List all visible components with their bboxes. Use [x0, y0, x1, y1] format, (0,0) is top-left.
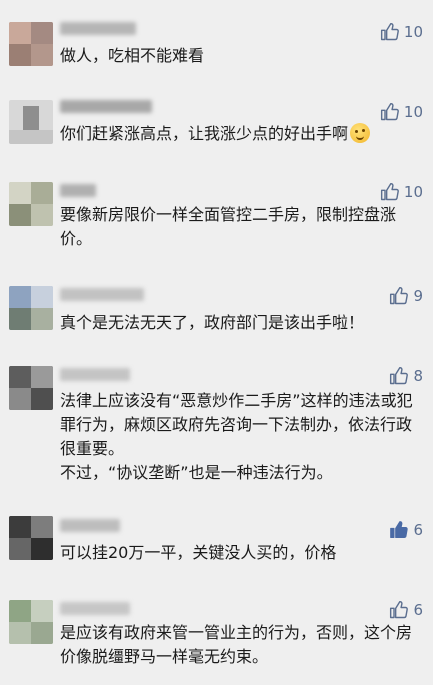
avatar[interactable] — [9, 182, 53, 226]
avatar[interactable] — [9, 600, 53, 644]
like-button[interactable]: 10 — [380, 102, 423, 122]
avatar[interactable] — [9, 22, 53, 66]
blurred-username — [60, 100, 160, 114]
like-button[interactable]: 10 — [380, 182, 423, 202]
like-count: 9 — [413, 287, 423, 305]
like-count: 6 — [413, 601, 423, 619]
comment-body: 你们赶紧涨高点，让我涨少点的好出手啊 — [60, 124, 349, 143]
comment-item: 6 可以挂20万一平，关键没人买的，价格 — [0, 504, 433, 594]
comment-body: 是应该有政府来管一管业主的行为，否则，这个房价像脱缰野马一样毫无约束。 — [60, 623, 413, 666]
thinking-face-icon — [350, 123, 371, 143]
blurred-username — [60, 184, 120, 198]
thumbs-up-icon — [380, 102, 399, 121]
thumbs-up-icon — [390, 286, 409, 305]
blurred-username — [60, 22, 140, 36]
thumbs-up-icon — [380, 22, 399, 41]
avatar[interactable] — [9, 366, 53, 410]
comment-item: 10 要像新房限价一样全面管控二手房，限制控盘涨价。 — [0, 172, 433, 274]
comment-text: 可以挂20万一平，关键没人买的，价格 — [60, 541, 417, 565]
comment-item: 10 做人，吃相不能难看 — [0, 0, 433, 92]
blurred-username — [60, 602, 150, 616]
comment-text: 真个是无法无天了，政府部门是该出手啦！ — [60, 311, 417, 335]
comment-text: 你们赶紧涨高点，让我涨少点的好出手啊 — [60, 122, 417, 146]
like-count: 10 — [403, 103, 423, 121]
like-count: 8 — [413, 367, 423, 385]
like-button-active[interactable]: 6 — [389, 520, 423, 540]
comment-item: 10 你们赶紧涨高点，让我涨少点的好出手啊 — [0, 92, 433, 172]
like-button[interactable]: 10 — [380, 22, 423, 42]
comment-body: 可以挂20万一平，关键没人买的，价格 — [60, 543, 337, 562]
thumbs-up-icon — [390, 366, 409, 385]
comment-text: 做人，吃相不能难看 — [60, 44, 417, 68]
comment-text: 要像新房限价一样全面管控二手房，限制控盘涨价。 — [60, 203, 417, 251]
comment-body: 真个是无法无天了，政府部门是该出手啦！ — [60, 313, 365, 332]
comment-body: 做人，吃相不能难看 — [60, 46, 205, 65]
like-button[interactable]: 8 — [389, 366, 423, 386]
comment-feed: 10 做人，吃相不能难看 10 你们赶紧涨高点，让我涨少点的好出手啊 10 要像… — [0, 0, 433, 685]
comment-text: 法律上应该没有“恶意炒作二手房”这样的违法或犯罪行为，麻烦区政府先咨询一下法制办… — [60, 389, 417, 485]
like-button[interactable]: 6 — [389, 600, 423, 620]
comment-text: 是应该有政府来管一管业主的行为，否则，这个房价像脱缰野马一样毫无约束。 — [60, 621, 417, 669]
avatar[interactable] — [9, 286, 53, 330]
like-button[interactable]: 9 — [389, 286, 423, 306]
blurred-username — [60, 368, 150, 382]
comment-item: 9 真个是无法无天了，政府部门是该出手啦！ — [0, 274, 433, 354]
comment-body-line2: 不过，“协议垄断”也是一种违法行为。 — [60, 463, 333, 482]
like-count: 6 — [413, 521, 423, 539]
comment-body: 法律上应该没有“恶意炒作二手房”这样的违法或犯罪行为，麻烦区政府先咨询一下法制办… — [60, 391, 413, 458]
comment-body: 要像新房限价一样全面管控二手房，限制控盘涨价。 — [60, 205, 397, 248]
comment-item: 6 是应该有政府来管一管业主的行为，否则，这个房价像脱缰野马一样毫无约束。 — [0, 594, 433, 685]
thumbs-up-icon — [380, 182, 399, 201]
blurred-username — [60, 288, 150, 302]
like-count: 10 — [403, 23, 423, 41]
like-count: 10 — [403, 183, 423, 201]
comment-item: 8 法律上应该没有“恶意炒作二手房”这样的违法或犯罪行为，麻烦区政府先咨询一下法… — [0, 354, 433, 504]
thumbs-up-icon — [390, 600, 409, 619]
thumbs-up-filled-icon — [390, 521, 409, 538]
avatar[interactable] — [9, 100, 53, 144]
avatar[interactable] — [9, 516, 53, 560]
blurred-username — [60, 519, 150, 533]
